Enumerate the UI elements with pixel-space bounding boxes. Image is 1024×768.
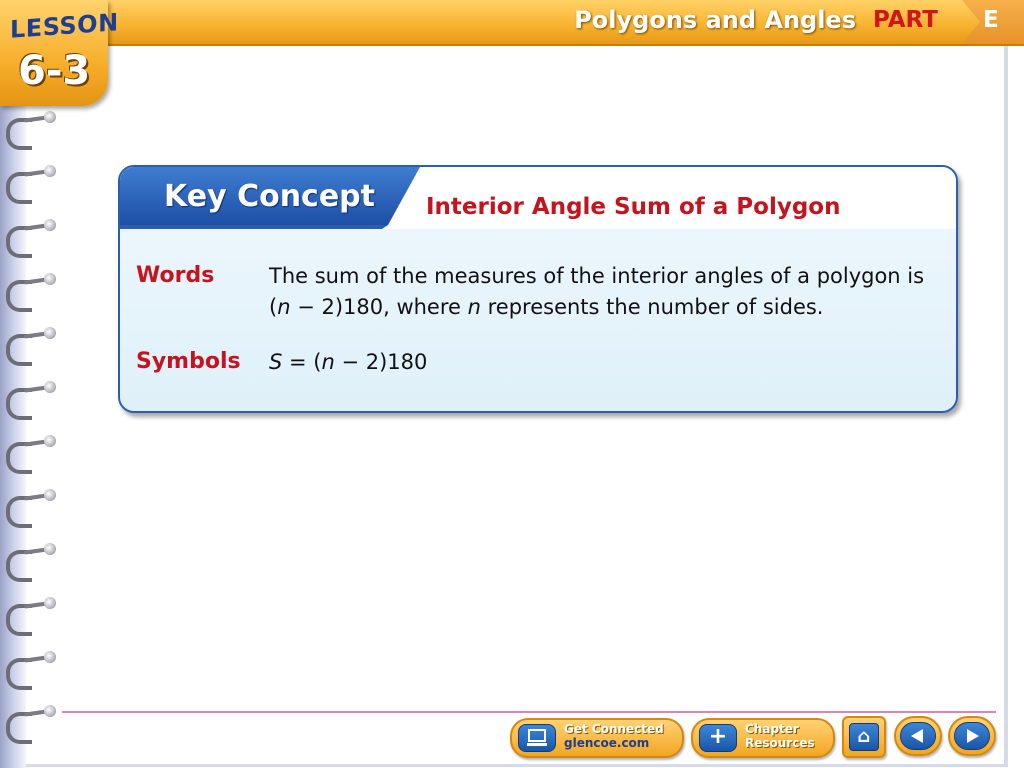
ring-loop <box>6 442 32 474</box>
chapter-resources-label: Chapter Resources <box>745 722 815 750</box>
ring-loop <box>6 118 32 150</box>
ring-loop <box>6 604 32 636</box>
paren-open: ( <box>269 295 278 319</box>
ring-hole <box>44 651 56 663</box>
get-connected-button[interactable]: Get Connected glencoe.com <box>510 718 684 758</box>
ring-hole <box>44 489 56 501</box>
key-concept-heading: Interior Angle Sum of a Polygon <box>426 194 841 220</box>
key-concept-tab-label: Key Concept <box>164 179 375 214</box>
variable-n: n <box>467 295 481 319</box>
get-connected-label: Get Connected glencoe.com <box>564 722 664 750</box>
spiral-ring <box>6 273 56 312</box>
chapter-resources-button[interactable]: + Chapter Resources <box>691 718 835 758</box>
ring-loop <box>6 496 32 528</box>
ring-loop <box>6 334 32 366</box>
spiral-ring <box>6 111 56 150</box>
ring-hole <box>44 111 56 123</box>
get-connected-title: Get Connected <box>564 722 664 736</box>
spiral-ring <box>6 165 56 204</box>
part-label: PART <box>873 7 938 33</box>
lesson-title: Polygons and Angles <box>574 6 856 34</box>
spiral-ring <box>6 651 56 690</box>
spiral-ring <box>6 435 56 474</box>
computer-icon <box>518 724 556 752</box>
variable-n: n <box>321 350 335 374</box>
get-connected-url: glencoe.com <box>564 736 650 750</box>
ring-hole <box>44 327 56 339</box>
ring-loop <box>6 388 32 420</box>
ring-hole <box>44 381 56 393</box>
lesson-word: LESSON <box>10 8 119 44</box>
part-letter: E <box>983 7 999 33</box>
spiral-ring <box>6 381 56 420</box>
symbols-label: Symbols <box>136 349 241 374</box>
spiral-ring <box>6 543 56 582</box>
words-line-2: (n − 2)180, where n represents the numbe… <box>269 292 924 323</box>
next-button[interactable] <box>948 716 996 756</box>
ring-hole <box>44 705 56 717</box>
ring-loop <box>6 550 32 582</box>
spiral-ring <box>6 597 56 636</box>
formula-rest: − 2)180 <box>334 350 428 374</box>
words-text: The sum of the measures of the interior … <box>269 261 924 323</box>
ring-hole <box>44 273 56 285</box>
arrow-right-container <box>954 722 990 750</box>
home-button[interactable]: ⌂ <box>842 716 886 758</box>
spiral-ring <box>6 219 56 258</box>
plus-icon: + <box>699 724 737 752</box>
previous-button[interactable] <box>894 716 942 756</box>
ring-hole <box>44 435 56 447</box>
variable-n: n <box>277 295 291 319</box>
formula: S = (n − 2)180 <box>269 347 427 378</box>
spiral-ring <box>6 705 56 744</box>
key-concept-box: Key Concept Interior Angle Sum of a Poly… <box>118 165 958 413</box>
ring-loop <box>6 226 32 258</box>
words-label: Words <box>136 263 215 288</box>
ring-hole <box>44 543 56 555</box>
lesson-tab: LESSON 6-3 <box>0 0 119 106</box>
arrow-left-icon <box>911 729 923 743</box>
words-line-2-end: represents the number of sides. <box>480 295 824 319</box>
words-line-1: The sum of the measures of the interior … <box>269 264 925 288</box>
chapter-resources-line-1: Chapter <box>745 722 799 736</box>
ring-loop <box>6 280 32 312</box>
arrow-left-container <box>900 722 936 750</box>
formula-eq: = ( <box>282 350 322 374</box>
spiral-ring <box>6 489 56 528</box>
ring-loop <box>6 658 32 690</box>
ring-loop <box>6 712 32 744</box>
ring-hole <box>44 165 56 177</box>
variable-s: S <box>269 350 283 374</box>
chapter-resources-line-2: Resources <box>745 736 815 750</box>
words-line-2-mid: − 2)180, where <box>290 295 468 319</box>
footer-rule <box>62 711 996 713</box>
ring-hole <box>44 597 56 609</box>
home-icon: ⌂ <box>849 723 879 751</box>
spiral-ring <box>6 327 56 366</box>
ring-loop <box>6 172 32 204</box>
lesson-number: 6-3 <box>18 48 91 94</box>
arrow-right-icon <box>967 729 979 743</box>
header-bar <box>0 0 1024 46</box>
ring-hole <box>44 219 56 231</box>
